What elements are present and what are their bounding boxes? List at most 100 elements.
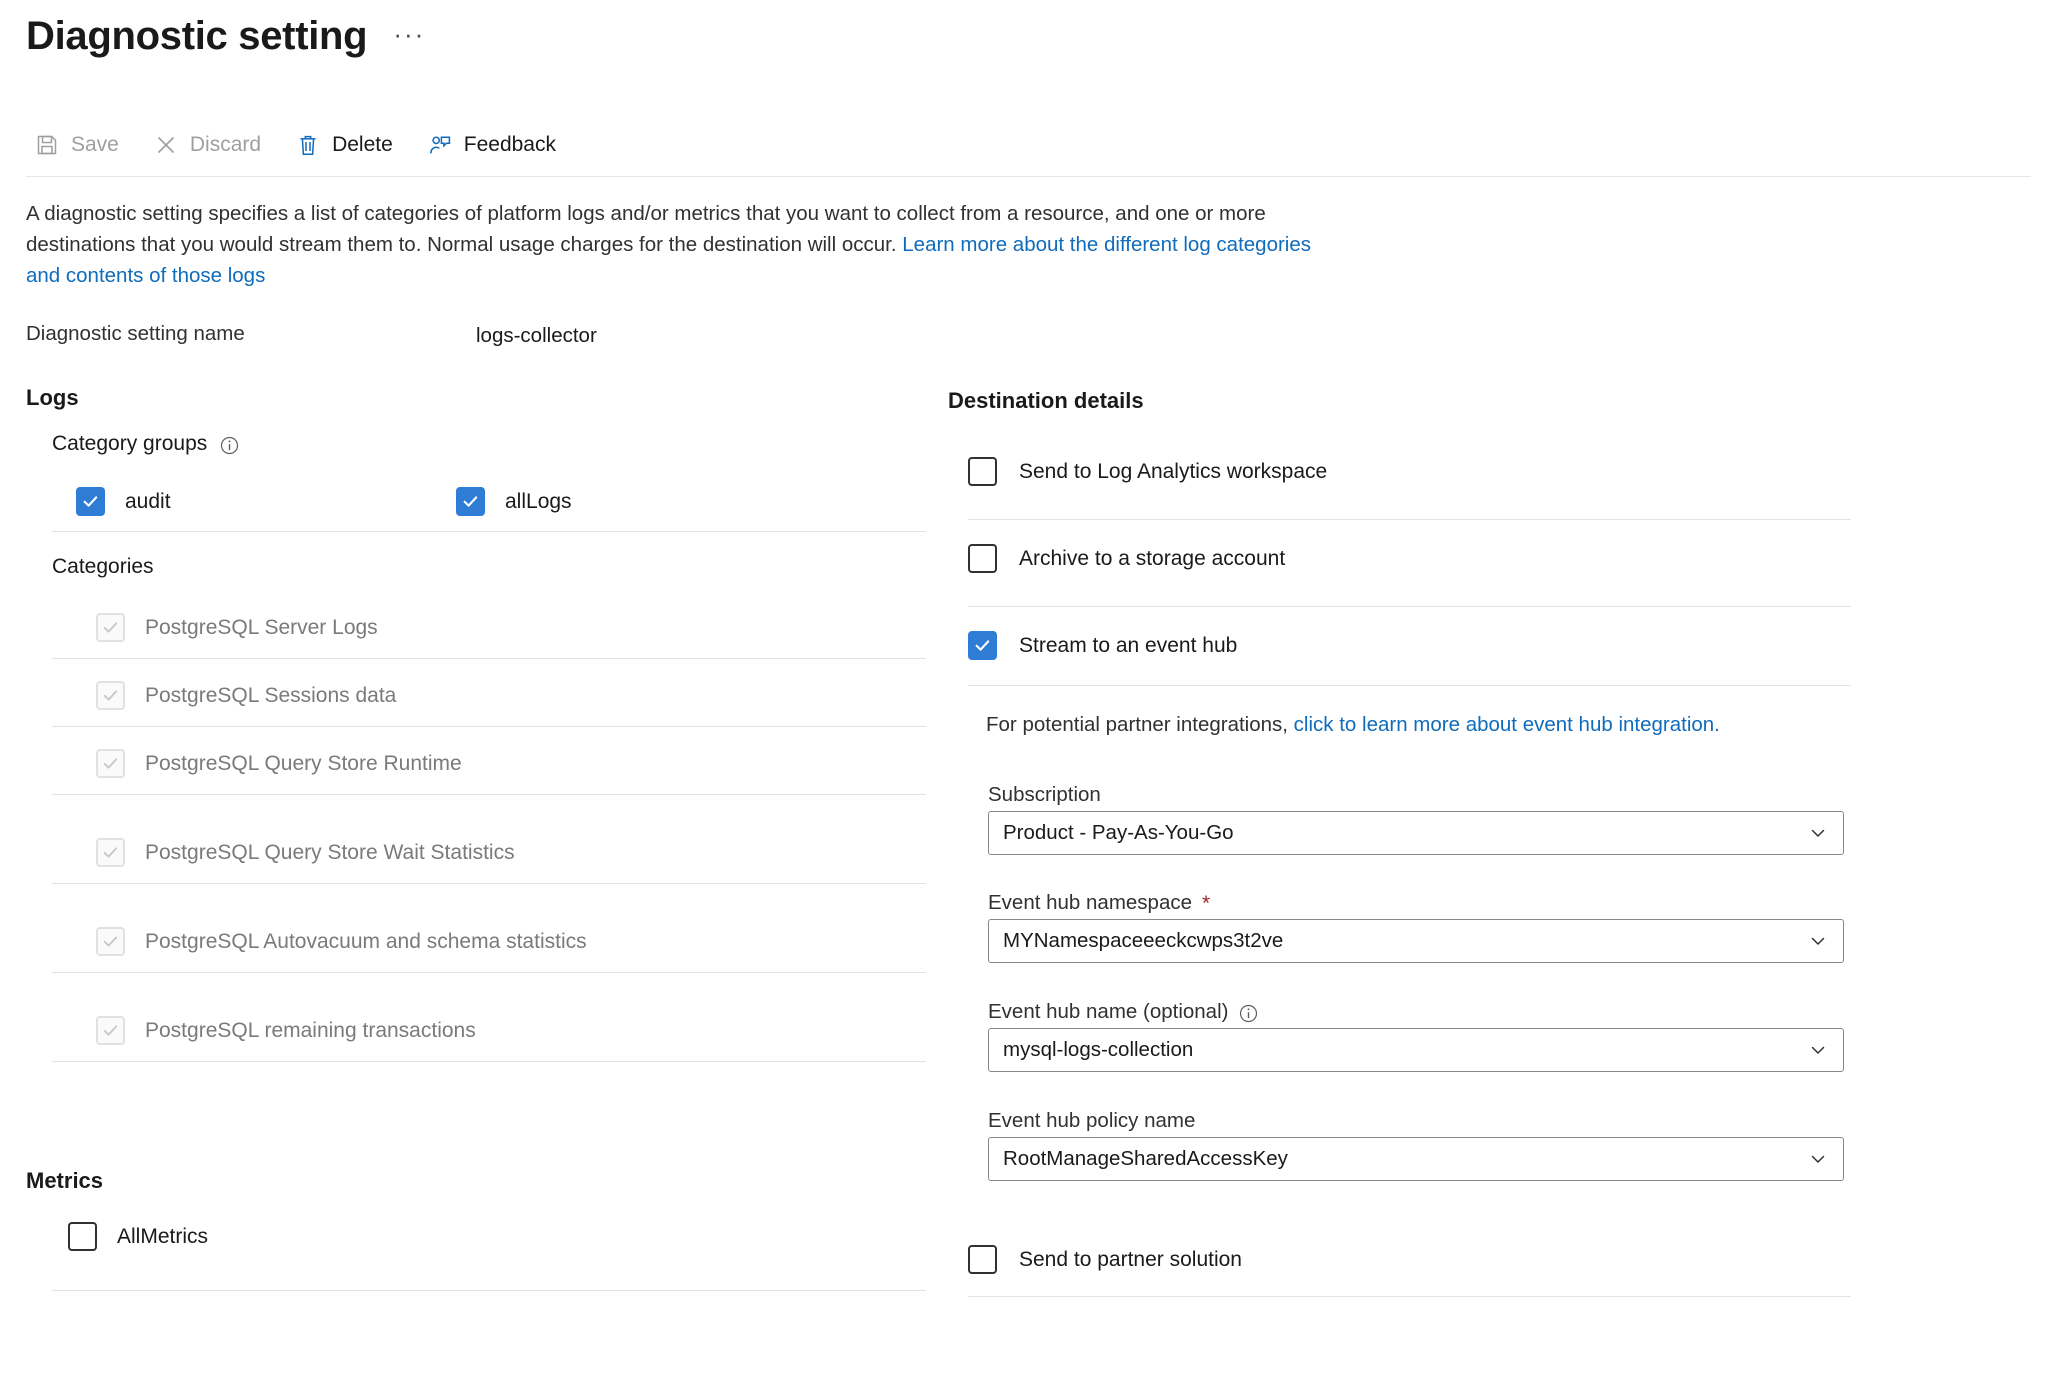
divider	[968, 519, 1851, 520]
checkbox-box	[96, 1016, 125, 1045]
toolbar-divider	[26, 176, 2031, 177]
event-hub-namespace-label: Event hub namespace *	[988, 891, 1210, 915]
page-description: A diagnostic setting specifies a list of…	[26, 198, 1316, 291]
checkbox-stream-to-event-hub[interactable]: Stream to an event hub	[968, 631, 1237, 660]
checkbox-box	[96, 613, 125, 642]
chevron-down-icon	[1807, 1148, 1829, 1170]
info-icon[interactable]	[1238, 1003, 1259, 1024]
diagnostic-setting-page: Diagnostic setting ··· Save Discard Dele…	[0, 0, 2056, 1384]
checkbox-label: PostgreSQL remaining transactions	[145, 1018, 476, 1042]
divider	[52, 726, 926, 727]
partner-note-text: For potential partner integrations,	[986, 713, 1294, 736]
divider	[968, 685, 1851, 686]
save-icon	[34, 132, 60, 158]
divider	[52, 883, 926, 884]
category-groups-heading: Category groups	[52, 432, 240, 456]
checkbox-label: PostgreSQL Query Store Wait Statistics	[145, 840, 515, 864]
checkbox-send-to-partner-solution[interactable]: Send to partner solution	[968, 1245, 1242, 1274]
divider	[52, 1290, 926, 1291]
logs-section-heading: Logs	[26, 385, 79, 410]
event-hub-policy-name-label: Event hub policy name	[988, 1109, 1195, 1133]
checkbox-box	[456, 487, 485, 516]
delete-button[interactable]: Delete	[291, 125, 407, 165]
checkbox-box	[96, 681, 125, 710]
checkbox-label: Stream to an event hub	[1019, 633, 1238, 657]
event-hub-namespace-value: MYNamespaceeeckcwps3t2ve	[1003, 929, 1284, 952]
discard-button[interactable]: Discard	[149, 125, 275, 165]
field-label-text: Event hub namespace	[988, 891, 1192, 914]
command-toolbar: Save Discard Delete Feedback	[30, 125, 586, 165]
trash-icon	[295, 132, 321, 158]
info-icon[interactable]	[219, 435, 240, 456]
event-hub-name-value: mysql-logs-collection	[1003, 1038, 1194, 1061]
checkbox-category-postgresql-server-logs: PostgreSQL Server Logs	[96, 613, 378, 642]
event-hub-namespace-select[interactable]: MYNamespaceeeckcwps3t2ve	[988, 919, 1844, 963]
chevron-down-icon	[1807, 822, 1829, 844]
subscription-value: Product - Pay-As-You-Go	[1003, 821, 1234, 844]
checkbox-category-postgresql-query-store-runtime: PostgreSQL Query Store Runtime	[96, 749, 462, 778]
divider	[52, 658, 926, 659]
checkbox-box	[968, 544, 997, 573]
field-label-text: Event hub name (optional)	[988, 1000, 1229, 1023]
checkbox-category-postgresql-remaining-transactions: PostgreSQL remaining transactions	[96, 1016, 476, 1045]
checkbox-metric-allmetrics[interactable]: AllMetrics	[68, 1222, 208, 1251]
checkbox-label: allLogs	[505, 489, 572, 513]
checkbox-category-postgresql-autovacuum-and-schema-statistics: PostgreSQL Autovacuum and schema statist…	[96, 927, 587, 956]
feedback-person-icon	[427, 132, 453, 158]
checkbox-send-to-log-analytics-workspace[interactable]: Send to Log Analytics workspace	[968, 457, 1327, 486]
checkbox-label: PostgreSQL Sessions data	[145, 683, 397, 707]
checkbox-box	[68, 1222, 97, 1251]
save-button[interactable]: Save	[30, 125, 133, 165]
checkbox-box	[968, 457, 997, 486]
field-label-text: Event hub policy name	[988, 1109, 1196, 1132]
checkbox-box	[96, 838, 125, 867]
checkbox-category-group-alllogs[interactable]: allLogs	[456, 487, 572, 516]
checkbox-box	[96, 927, 125, 956]
page-title: Diagnostic setting	[26, 14, 368, 58]
event-hub-policy-name-select[interactable]: RootManageSharedAccessKey	[988, 1137, 1844, 1181]
checkbox-label: PostgreSQL Server Logs	[145, 615, 378, 639]
checkbox-label: PostgreSQL Autovacuum and schema statist…	[145, 929, 587, 953]
checkbox-box	[968, 1245, 997, 1274]
save-label: Save	[71, 133, 119, 156]
checkbox-category-group-audit[interactable]: audit	[76, 487, 171, 516]
chevron-down-icon	[1807, 1039, 1829, 1061]
divider	[52, 972, 926, 973]
event-hub-integration-link[interactable]: click to learn more about event hub inte…	[1294, 713, 1720, 736]
feedback-label: Feedback	[463, 133, 556, 156]
feedback-button[interactable]: Feedback	[423, 125, 570, 165]
divider	[52, 794, 926, 795]
close-icon	[153, 132, 179, 158]
field-label-text: Subscription	[988, 783, 1101, 806]
delete-label: Delete	[332, 133, 393, 156]
checkbox-box	[968, 631, 997, 660]
checkbox-category-postgresql-query-store-wait-statistics: PostgreSQL Query Store Wait Statistics	[96, 838, 515, 867]
divider	[52, 531, 926, 532]
checkbox-label: Archive to a storage account	[1019, 546, 1286, 570]
diagnostic-setting-name-value: logs-collector	[476, 324, 597, 347]
checkbox-label: AllMetrics	[117, 1224, 209, 1248]
diagnostic-setting-name-label: Diagnostic setting name	[26, 322, 245, 345]
checkbox-box	[96, 749, 125, 778]
destination-details-heading: Destination details	[948, 388, 1144, 413]
checkbox-label: Send to Log Analytics workspace	[1019, 459, 1328, 483]
divider	[968, 1296, 1851, 1297]
checkbox-archive-to-storage-account[interactable]: Archive to a storage account	[968, 544, 1285, 573]
event-hub-name-label: Event hub name (optional)	[988, 1000, 1259, 1024]
categories-heading: Categories	[52, 555, 154, 578]
event-hub-policy-name-value: RootManageSharedAccessKey	[1003, 1147, 1288, 1170]
subscription-select[interactable]: Product - Pay-As-You-Go	[988, 811, 1844, 855]
checkbox-label: Send to partner solution	[1019, 1247, 1242, 1271]
event-hub-name-select[interactable]: mysql-logs-collection	[988, 1028, 1844, 1072]
page-header: Diagnostic setting ···	[26, 14, 425, 59]
category-groups-label: Category groups	[52, 432, 208, 455]
more-options-button[interactable]: ···	[393, 21, 425, 47]
checkbox-box	[76, 487, 105, 516]
metrics-section-heading: Metrics	[26, 1168, 104, 1193]
checkbox-category-postgresql-sessions-data: PostgreSQL Sessions data	[96, 681, 396, 710]
discard-label: Discard	[189, 133, 262, 156]
required-indicator: *	[1202, 891, 1211, 915]
divider	[968, 606, 1851, 607]
divider	[52, 1061, 926, 1062]
subscription-label: Subscription	[988, 783, 1101, 807]
